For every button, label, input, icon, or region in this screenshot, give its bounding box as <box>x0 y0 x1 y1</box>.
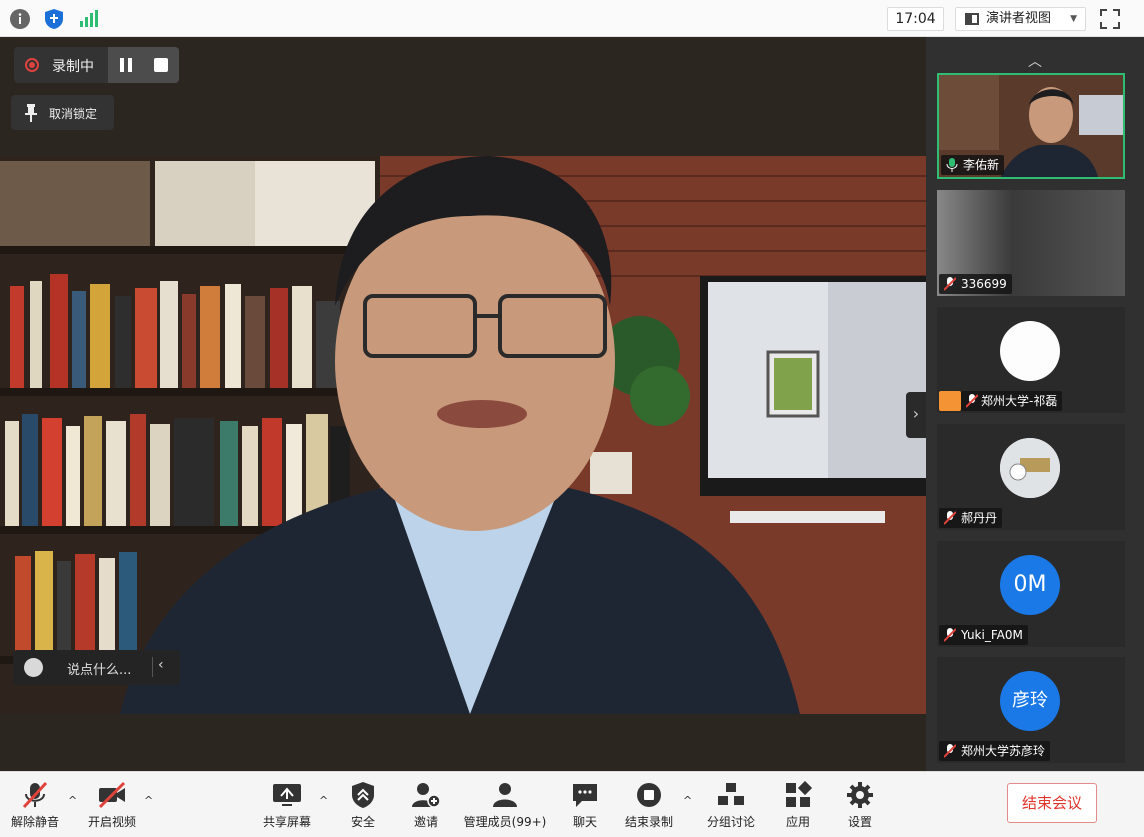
invite-label: 邀请 <box>413 815 438 829</box>
participant-sidebar: ︿ 李佑新 336699 郑州大学-祁磊 郝丹丹 0M Yuki_FA0M 彦玲… <box>926 37 1144 771</box>
participant-tile[interactable]: 郝丹丹 <box>937 424 1125 530</box>
participant-name-tag: Yuki_FA0M <box>939 625 1028 645</box>
mic-muted-icon <box>944 628 956 642</box>
chevron-up-icon[interactable]: ^ <box>68 794 77 807</box>
participant-name-tag: 郝丹丹 <box>939 508 1003 528</box>
shield-icon <box>352 782 374 808</box>
chat-icon <box>573 784 597 807</box>
mic-muted-icon <box>944 511 956 525</box>
meeting-clock: 17:04 <box>887 7 944 31</box>
mic-muted-icon <box>944 744 956 758</box>
participant-tile[interactable]: 李佑新 <box>937 73 1125 179</box>
mic-on-icon <box>946 158 958 172</box>
shield-icon[interactable] <box>43 8 65 30</box>
top-bar: 17:04 演讲者视图 ▼ <box>0 0 1144 37</box>
participant-name-tag: 郑州大学苏彦玲 <box>939 741 1051 761</box>
stop-recording-toolbar-button[interactable]: 结束录制 <box>620 772 678 837</box>
chevron-left-icon[interactable]: ‹ <box>152 657 164 677</box>
participant-name-tag: 336699 <box>939 274 1012 294</box>
participant-name: Yuki_FA0M <box>961 628 1023 642</box>
collapse-sidebar-button[interactable]: › <box>906 392 926 438</box>
participant-tile[interactable]: 郑州大学-祁磊 <box>937 307 1125 413</box>
user-icon <box>939 391 961 411</box>
signal-icon[interactable] <box>77 8 99 30</box>
settings-label: 设置 <box>847 815 872 829</box>
participant-name: 336699 <box>961 277 1007 291</box>
meeting-toolbar: 解除静音 ^ 开启视频 ^ 共享屏幕 ^ 安全 邀请 管理成员(99+) 聊天 … <box>0 771 1144 837</box>
participant-tile[interactable]: 336699 <box>937 190 1125 296</box>
unmute-label: 解除静音 <box>10 815 59 829</box>
manage-participants-label: 管理成员(99+) <box>463 815 547 829</box>
view-mode-label: 演讲者视图 <box>986 11 1052 26</box>
recording-controls <box>108 47 179 83</box>
stop-recording-label: 结束录制 <box>624 815 673 829</box>
participants-icon <box>493 783 517 807</box>
chat-label: 聊天 <box>572 815 597 829</box>
recording-dot-icon <box>25 58 39 72</box>
participant-name-tag: 李佑新 <box>941 155 1005 175</box>
mic-muted-icon <box>22 781 48 809</box>
view-mode-dropdown[interactable]: 演讲者视图 ▼ <box>955 7 1086 31</box>
recording-panel: 录制中 <box>14 47 179 83</box>
unpin-button[interactable]: 取消锁定 <box>11 95 114 130</box>
participant-tile[interactable]: 0M Yuki_FA0M <box>937 541 1125 647</box>
breakout-rooms-icon <box>718 783 744 805</box>
chat-input-bar[interactable]: 说点什么... ‹ <box>13 650 180 685</box>
speaker-video-frame <box>0 156 926 714</box>
breakout-rooms-label: 分组讨论 <box>706 815 755 829</box>
add-user-icon <box>412 783 441 808</box>
speaker-video <box>0 156 926 714</box>
settings-button[interactable]: 设置 <box>837 772 883 837</box>
unpin-label: 取消锁定 <box>49 107 98 121</box>
invite-button[interactable]: 邀请 <box>403 772 449 837</box>
manage-participants-button[interactable]: 管理成员(99+) <box>458 772 552 837</box>
chat-input-placeholder[interactable]: 说点什么... <box>67 659 131 678</box>
chat-button[interactable]: 聊天 <box>562 772 608 837</box>
end-meeting-button[interactable]: 结束会议 <box>1007 783 1097 823</box>
avatar: 彦玲 <box>1000 671 1060 731</box>
avatar: 0M <box>1000 555 1060 615</box>
video-off-icon <box>98 781 126 809</box>
security-button[interactable]: 安全 <box>340 772 386 837</box>
chevron-up-icon[interactable]: ^ <box>683 794 692 807</box>
recording-status-label: 录制中 <box>52 59 94 75</box>
chevron-up-icon[interactable]: ^ <box>144 794 153 807</box>
mic-muted-icon <box>966 394 978 408</box>
security-label: 安全 <box>350 815 375 829</box>
participant-tile[interactable]: 彦玲 郑州大学苏彦玲 <box>937 657 1125 763</box>
participant-name: 李佑新 <box>963 158 1000 172</box>
participant-name: 郑州大学苏彦玲 <box>961 744 1046 758</box>
participant-name-tag: 郑州大学-祁磊 <box>961 391 1063 411</box>
apps-icon <box>786 781 813 807</box>
start-video-button[interactable]: 开启视频 <box>82 772 142 837</box>
avatar-image <box>1000 438 1060 498</box>
share-screen-button[interactable]: 共享屏幕 <box>257 772 317 837</box>
share-screen-icon <box>273 784 301 806</box>
apps-label: 应用 <box>785 815 810 829</box>
fullscreen-icon[interactable] <box>1099 8 1121 30</box>
breakout-rooms-button[interactable]: 分组讨论 <box>702 772 760 837</box>
gear-icon <box>847 782 873 808</box>
speaker-view-icon <box>965 13 979 25</box>
emoji-icon[interactable] <box>24 658 43 677</box>
share-screen-label: 共享屏幕 <box>262 815 311 829</box>
avatar <box>1000 321 1060 381</box>
info-icon[interactable] <box>9 8 31 30</box>
mic-muted-icon <box>944 277 956 291</box>
participant-name: 郝丹丹 <box>961 511 998 525</box>
avatar <box>1000 438 1060 498</box>
apps-button[interactable]: 应用 <box>775 772 821 837</box>
participant-name: 郑州大学-祁磊 <box>981 394 1058 408</box>
pin-icon <box>25 104 37 122</box>
chevron-down-icon: ▼ <box>1070 14 1077 24</box>
unmute-button[interactable]: 解除静音 <box>4 772 66 837</box>
stop-record-icon <box>637 783 661 807</box>
pause-recording-button[interactable] <box>120 58 132 72</box>
stop-recording-button[interactable] <box>154 58 168 72</box>
start-video-label: 开启视频 <box>87 815 136 829</box>
main-video-area: 录制中 取消锁定 说点什么... ‹ › <box>0 37 926 771</box>
chevron-up-icon[interactable]: ︿ <box>992 51 1078 70</box>
chevron-up-icon[interactable]: ^ <box>319 794 328 807</box>
